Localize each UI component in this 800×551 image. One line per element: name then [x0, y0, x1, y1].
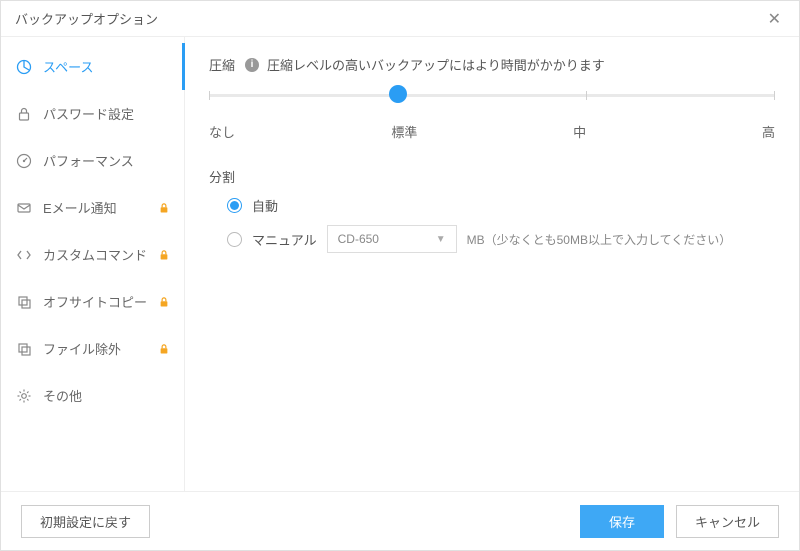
- filter-icon: [15, 340, 33, 358]
- info-icon[interactable]: i: [245, 58, 259, 72]
- locked-icon: [158, 249, 170, 261]
- sidebar-item-other[interactable]: その他: [1, 372, 184, 419]
- slider-label-medium: 中: [560, 122, 600, 141]
- sidebar-item-custom-command[interactable]: カスタムコマンド: [1, 231, 184, 278]
- sidebar-item-file-exclude[interactable]: ファイル除外: [1, 325, 184, 372]
- cancel-button[interactable]: キャンセル: [676, 505, 779, 538]
- lock-icon: [15, 105, 33, 123]
- slider-label-high: 高: [735, 122, 775, 141]
- split-radio-manual[interactable]: [227, 232, 242, 247]
- compress-slider[interactable]: [209, 92, 775, 114]
- split-unit-hint: MB（少なくとも50MB以上で入力してください）: [467, 231, 732, 248]
- pie-icon: [15, 58, 33, 76]
- sidebar-item-label: パスワード設定: [43, 104, 170, 123]
- close-icon[interactable]: ✕: [764, 5, 785, 33]
- sidebar-item-offsite-copy[interactable]: オフサイトコピー: [1, 278, 184, 325]
- slider-labels: なし 標準 中 高: [209, 122, 775, 141]
- reset-button[interactable]: 初期設定に戻す: [21, 505, 150, 538]
- save-button[interactable]: 保存: [580, 505, 664, 538]
- sidebar-item-label: ファイル除外: [43, 339, 158, 358]
- sidebar-item-password[interactable]: パスワード設定: [1, 90, 184, 137]
- sidebar-item-label: カスタムコマンド: [43, 245, 158, 264]
- split-size-select[interactable]: CD-650 ▼: [327, 225, 457, 253]
- locked-icon: [158, 202, 170, 214]
- sidebar-item-label: スペース: [43, 57, 170, 76]
- sidebar-item-space[interactable]: スペース: [1, 43, 184, 90]
- sidebar-item-label: その他: [43, 386, 170, 405]
- slider-thumb[interactable]: [389, 85, 407, 103]
- gear-icon: [15, 387, 33, 405]
- split-manual-label: マニュアル: [252, 230, 317, 249]
- sidebar-item-label: オフサイトコピー: [43, 292, 158, 311]
- locked-icon: [158, 343, 170, 355]
- slider-label-normal: 標準: [384, 122, 424, 141]
- window-title: バックアップオプション: [15, 9, 158, 28]
- sidebar: スペース パスワード設定 パフォーマンス Eメール通知: [1, 37, 185, 491]
- mail-icon: [15, 199, 33, 217]
- split-radio-auto[interactable]: [227, 198, 242, 213]
- select-value: CD-650: [338, 232, 379, 246]
- sidebar-item-label: パフォーマンス: [43, 151, 170, 170]
- content-pane: 圧縮 i 圧縮レベルの高いバックアップにはより時間がかかります なし 標準 中 …: [185, 37, 799, 491]
- code-icon: [15, 246, 33, 264]
- slider-tick: [774, 91, 775, 100]
- split-auto-label: 自動: [252, 196, 278, 215]
- gauge-icon: [15, 152, 33, 170]
- compress-hint: 圧縮レベルの高いバックアップにはより時間がかかります: [267, 55, 605, 74]
- slider-label-none: なし: [209, 122, 249, 141]
- locked-icon: [158, 296, 170, 308]
- slider-track: [209, 94, 775, 97]
- slider-tick: [586, 91, 587, 100]
- split-label: 分割: [209, 167, 775, 186]
- compress-label: 圧縮: [209, 55, 235, 74]
- sidebar-item-label: Eメール通知: [43, 198, 158, 217]
- chevron-down-icon: ▼: [436, 234, 446, 245]
- sidebar-item-performance[interactable]: パフォーマンス: [1, 137, 184, 184]
- slider-tick: [209, 91, 210, 100]
- sidebar-item-email[interactable]: Eメール通知: [1, 184, 184, 231]
- copy-icon: [15, 293, 33, 311]
